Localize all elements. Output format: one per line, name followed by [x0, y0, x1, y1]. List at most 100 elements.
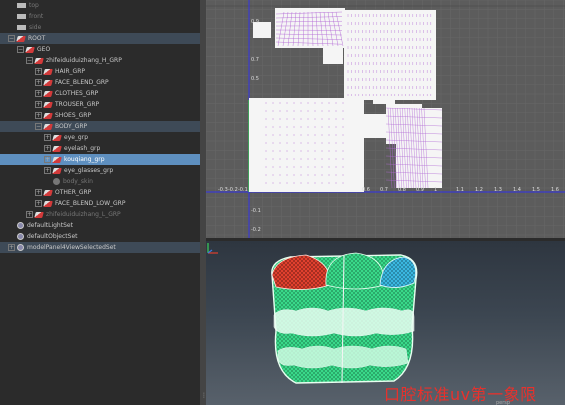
group-icon [43, 101, 53, 108]
outliner-item-label: GEO [37, 46, 51, 53]
uv-tick-label: 1.6 [551, 187, 559, 193]
uv-tick-label: 0.6 [362, 187, 370, 193]
expand-icon[interactable]: + [35, 189, 42, 196]
uv-tick-label: 0.8 [398, 187, 406, 193]
outliner-item-label: zhifeiduiduizhang_L_GRP [46, 211, 121, 218]
expand-icon[interactable]: + [44, 145, 51, 152]
outliner-item-label: zhifeiduiduizhang_H_GRP [46, 57, 122, 64]
outliner-item[interactable]: + kouqiang_grp [0, 154, 200, 165]
collapse-icon[interactable]: − [8, 35, 15, 42]
camera-icon [17, 25, 26, 30]
uv-tick-label: 0.7 [251, 57, 259, 63]
set-icon [17, 222, 24, 229]
outliner-item[interactable]: − BODY_GRP [0, 121, 200, 132]
3d-viewport[interactable]: 口腔标准uv第一象限 persp [206, 241, 565, 405]
outliner-item[interactable]: body_skin [0, 176, 200, 187]
uv-tick-label: -0.3 [218, 187, 228, 193]
outliner-item[interactable]: − GEO [0, 44, 200, 55]
expand-icon[interactable]: + [35, 79, 42, 86]
outliner-item[interactable]: defaultLightSet [0, 220, 200, 231]
uv-island [373, 82, 395, 104]
outliner-item[interactable]: + FACE_BLEND_LOW_GRP [0, 198, 200, 209]
upper-teeth-band [273, 307, 415, 337]
uv-canvas[interactable]: -0.3 -0.2 -0.1 0.6 0.7 0.8 0.9 1 1.1 1.2 1.3 1.4 1.5… [206, 0, 565, 238]
uv-tick-label: 1 [434, 187, 437, 193]
outliner-panel: top front side − ROOT − GEO − zhifeiduiduizhang_… [0, 0, 200, 405]
set-icon [17, 244, 24, 251]
outliner-item[interactable]: + FACE_BLEND_GRP [0, 77, 200, 88]
outliner-item[interactable]: + CLOTHES_GRP [0, 88, 200, 99]
uv-tick-label: 1.1 [456, 187, 464, 193]
collapse-icon[interactable]: − [26, 57, 33, 64]
uv-tick-label: -0.1 [251, 208, 261, 214]
outliner-item[interactable]: + eyelash_grp [0, 143, 200, 154]
outliner-item[interactable]: + eye_glasses_grp [0, 165, 200, 176]
group-icon [43, 200, 53, 207]
uv-tick-label: 1.2 [475, 187, 483, 193]
outliner-item[interactable]: + OTHER_GRP [0, 187, 200, 198]
outliner-item-label: kouqiang_grp [64, 156, 105, 163]
camera-icon [17, 14, 26, 19]
outliner-item[interactable]: top [0, 0, 200, 11]
outliner-item[interactable]: + TROUSER_GRP [0, 99, 200, 110]
group-icon [16, 35, 26, 42]
outliner-item-label: modelPanel4ViewSelectedSet [27, 244, 116, 251]
outliner-item[interactable]: + SHOES_GRP [0, 110, 200, 121]
outliner-item-label: eyelash_grp [64, 145, 101, 152]
uv-tick-label: 0.7 [380, 187, 388, 193]
outliner-item[interactable]: defaultObjectSet [0, 231, 200, 242]
expand-icon[interactable]: + [35, 200, 42, 207]
outliner-item-label: CLOTHES_GRP [55, 90, 99, 97]
outliner-item-label: TROUSER_GRP [55, 101, 100, 108]
outliner-item[interactable]: + modelPanel4ViewSelectedSet [0, 242, 200, 253]
group-icon [43, 123, 53, 130]
outliner-item[interactable]: + eye_grp [0, 132, 200, 143]
uv-tick-label: 1.3 [494, 187, 502, 193]
uv-tick-label: -0.2 [228, 187, 238, 193]
set-icon [17, 233, 24, 240]
outliner-item-label: eye_glasses_grp [64, 167, 114, 174]
group-icon [52, 156, 62, 163]
outliner-item[interactable]: front [0, 11, 200, 22]
outliner-item-label: body_skin [63, 178, 93, 185]
outliner-item[interactable]: + zhifeiduiduizhang_L_GRP [0, 209, 200, 220]
expand-icon[interactable]: + [44, 134, 51, 141]
outliner-item-label: top [29, 2, 39, 9]
uv-editor[interactable]: -0.3 -0.2 -0.1 0.6 0.7 0.8 0.9 1 1.1 1.2 1.3 1.4 1.5… [206, 0, 565, 238]
group-icon [43, 90, 53, 97]
outliner-item-label: SHOES_GRP [55, 112, 92, 119]
expand-icon[interactable]: + [35, 68, 42, 75]
group-icon [25, 46, 35, 53]
viewport-caption: 口腔标准uv第一象限 [384, 385, 537, 404]
expand-icon[interactable]: + [35, 90, 42, 97]
uv-tick-label: 1.4 [513, 187, 521, 193]
expand-icon[interactable]: + [35, 101, 42, 108]
collapse-icon[interactable]: − [35, 123, 42, 130]
expand-icon[interactable]: + [44, 167, 51, 174]
expand-icon[interactable]: + [8, 244, 15, 251]
outliner-item-label: front [29, 13, 44, 20]
splitter-grip-icon[interactable]: ⋮ [201, 392, 207, 404]
outliner-item[interactable]: side [0, 22, 200, 33]
outliner-item-label: defaultLightSet [27, 222, 73, 229]
collapse-icon[interactable]: − [17, 46, 24, 53]
uv-tick-label: 0.9 [251, 19, 259, 25]
expand-icon[interactable]: + [26, 211, 33, 218]
axis-gizmo-icon [207, 243, 218, 254]
group-icon [43, 79, 53, 86]
outliner-item-label: OTHER_GRP [55, 189, 92, 196]
outliner-item-label: FACE_BLEND_GRP [55, 79, 109, 86]
outliner-item[interactable]: − ROOT [0, 33, 200, 44]
uv-tick-label: -0.2 [251, 227, 261, 233]
view-label: persp [496, 400, 511, 405]
outliner-item[interactable]: + HAIR_GRP [0, 66, 200, 77]
outliner-item-label: defaultObjectSet [27, 233, 78, 240]
uv-island [249, 98, 364, 192]
group-icon [43, 189, 53, 196]
expand-icon[interactable]: + [35, 112, 42, 119]
uv-tick-label: 1.5 [532, 187, 540, 193]
uv-tick-label: 0.5 [251, 76, 259, 82]
outliner-item[interactable]: − zhifeiduiduizhang_H_GRP [0, 55, 200, 66]
expand-icon[interactable]: + [44, 156, 51, 163]
group-icon [52, 134, 62, 141]
